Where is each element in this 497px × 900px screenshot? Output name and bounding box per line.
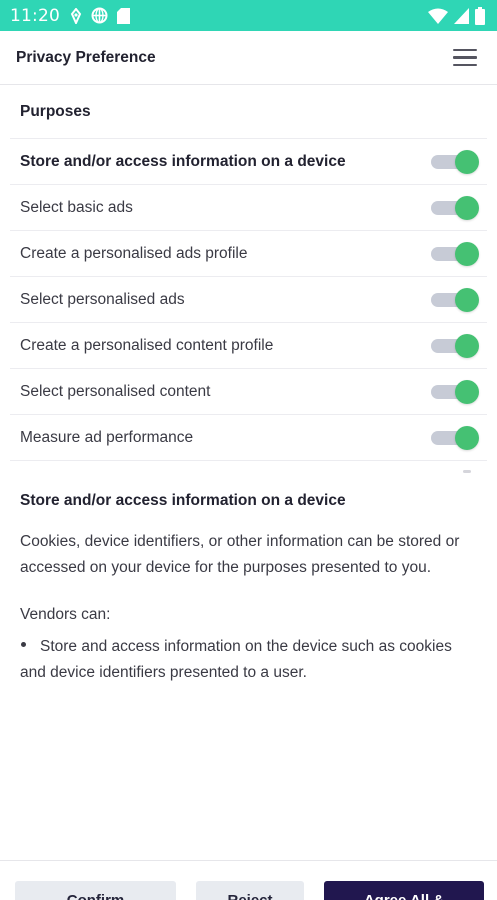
purpose-row-basic-ads: Select basic ads	[10, 185, 487, 231]
purpose-toggle-ads-profile[interactable]	[429, 241, 479, 267]
purpose-label: Measure ad performance	[20, 428, 194, 446]
app-header: Privacy Preference	[0, 31, 497, 85]
status-bar: 11:20	[0, 0, 497, 31]
purpose-row-personalised-content: Select personalised content	[10, 369, 487, 415]
purpose-row-store-access: Store and/or access information on a dev…	[10, 139, 487, 185]
purpose-row-ad-performance: Measure ad performance	[10, 415, 487, 461]
purpose-row-ads-profile: Create a personalised ads profile	[10, 231, 487, 277]
details-description: Cookies, device identifiers, or other in…	[20, 533, 460, 576]
bullet-icon	[21, 642, 26, 648]
page-title: Privacy Preference	[16, 48, 156, 66]
purpose-label: Create a personalised ads profile	[20, 244, 248, 262]
status-time: 11:20	[10, 5, 60, 26]
purpose-label: Select personalised ads	[20, 290, 185, 308]
purpose-toggle-personalised-content[interactable]	[429, 379, 479, 405]
purpose-details: Store and/or access information on a dev…	[20, 492, 480, 685]
status-right-icons	[428, 6, 485, 25]
purpose-toggle-content-profile[interactable]	[429, 333, 479, 359]
action-footer: Confirm Reject Agree All &	[0, 860, 497, 900]
purpose-row-content-profile: Create a personalised content profile	[10, 323, 487, 369]
battery-icon	[475, 6, 485, 25]
purpose-toggle-basic-ads[interactable]	[429, 195, 479, 221]
wifi-icon	[428, 8, 448, 24]
purpose-label: Select personalised content	[20, 382, 211, 400]
details-title: Store and/or access information on a dev…	[20, 492, 346, 509]
agree-all-button[interactable]: Agree All &	[324, 881, 484, 900]
purpose-toggle-ad-performance[interactable]	[429, 425, 479, 451]
purpose-label: Store and/or access information on a dev…	[20, 152, 346, 170]
sd-card-icon	[117, 7, 130, 24]
purpose-toggle-store-access[interactable]	[429, 149, 479, 175]
purpose-label: Create a personalised content profile	[20, 336, 274, 354]
vendors-label: Vendors can:	[20, 606, 111, 623]
vendor-bullet-item: Store and access information on the devi…	[20, 634, 480, 685]
cellular-signal-icon	[454, 7, 469, 24]
purposes-list: Purposes Store and/or access information…	[10, 85, 487, 461]
purpose-row-personalised-ads: Select personalised ads	[10, 277, 487, 323]
purpose-toggle-personalised-ads[interactable]	[429, 287, 479, 313]
purposes-heading: Purposes	[10, 85, 487, 139]
scroll-indicator[interactable]	[463, 470, 471, 473]
nfc-icon	[70, 7, 82, 24]
hamburger-menu-icon[interactable]	[453, 44, 481, 72]
confirm-button[interactable]: Confirm	[15, 881, 176, 900]
vendor-bullet-text: Store and access information on the devi…	[20, 638, 452, 681]
reject-button[interactable]: Reject	[196, 881, 304, 900]
vpn-globe-icon	[91, 7, 108, 24]
purpose-label: Select basic ads	[20, 198, 133, 216]
status-left-icons	[70, 7, 130, 24]
